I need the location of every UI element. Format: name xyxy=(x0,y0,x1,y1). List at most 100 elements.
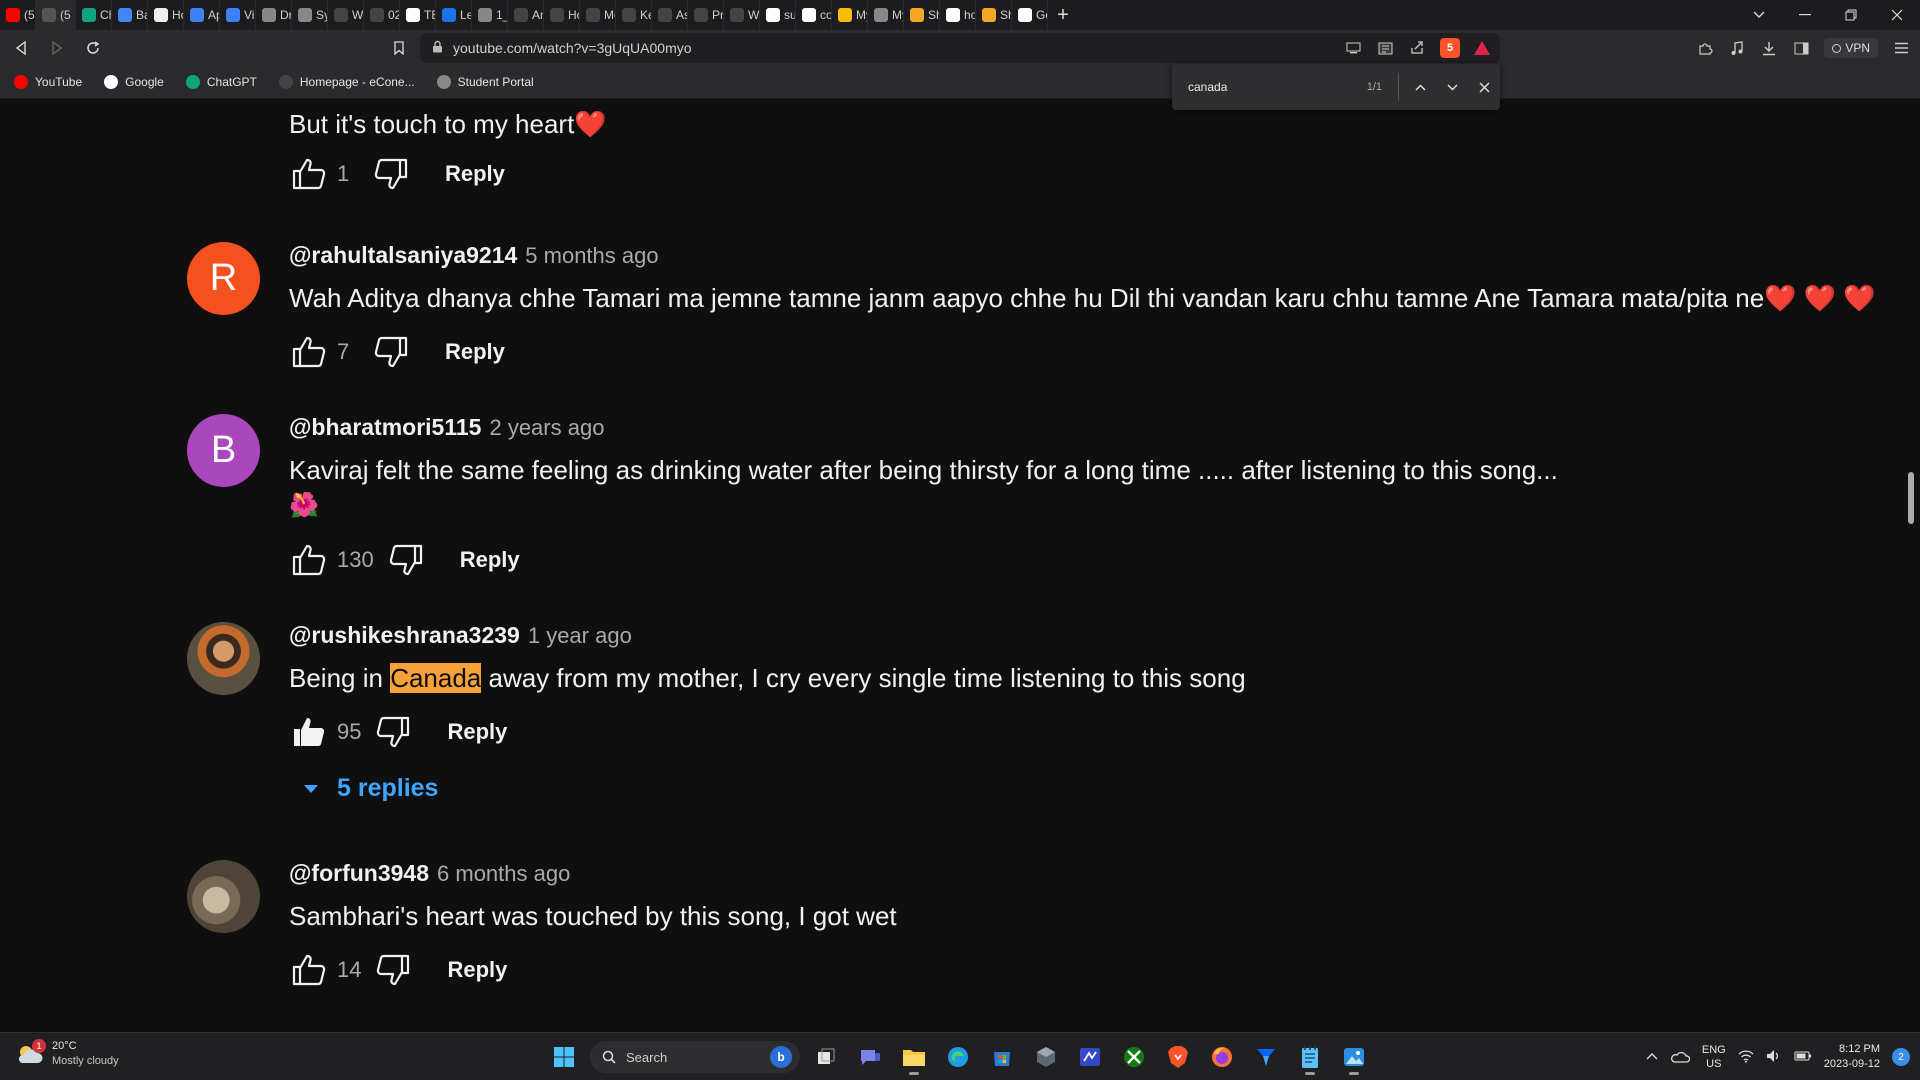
sidebar-icon[interactable] xyxy=(1792,39,1810,57)
package-icon[interactable] xyxy=(1028,1039,1064,1075)
browser-tab[interactable]: hov xyxy=(940,0,976,30)
avatar[interactable] xyxy=(187,860,260,933)
download-icon[interactable] xyxy=(1760,39,1778,57)
bookmark-item[interactable]: ChatGPT xyxy=(185,75,257,89)
browser-tab[interactable]: con xyxy=(796,0,832,30)
dislike-icon[interactable] xyxy=(371,332,411,372)
browser-tab[interactable]: 02_l xyxy=(364,0,400,30)
cast-icon[interactable] xyxy=(1344,39,1362,57)
notepad-icon[interactable] xyxy=(1292,1039,1328,1075)
browser-tab[interactable]: Hor xyxy=(148,0,184,30)
browser-tab[interactable]: My xyxy=(868,0,904,30)
brave-browser-icon[interactable] xyxy=(1160,1039,1196,1075)
teams-chat-icon[interactable] xyxy=(852,1039,888,1075)
start-button[interactable] xyxy=(546,1039,582,1075)
reload-button[interactable] xyxy=(78,33,108,63)
forward-button[interactable] xyxy=(42,33,72,63)
power-automate-icon[interactable] xyxy=(1248,1039,1284,1075)
vpn-button[interactable]: VPN xyxy=(1824,38,1878,58)
reply-button[interactable]: Reply xyxy=(445,161,505,187)
bookmark-item[interactable]: Homepage - eCone... xyxy=(278,75,415,89)
like-icon[interactable] xyxy=(289,154,329,194)
xbox-icon[interactable] xyxy=(1116,1039,1152,1075)
comment-author[interactable]: @rushikeshrana3239 xyxy=(289,622,520,649)
browser-tab[interactable]: Visi xyxy=(220,0,256,30)
comment-time[interactable]: 2 years ago xyxy=(489,415,604,441)
browser-tab[interactable]: We xyxy=(328,0,364,30)
browser-tab[interactable]: 1_M xyxy=(472,0,508,30)
edge-icon[interactable] xyxy=(940,1039,976,1075)
browser-tab[interactable]: My xyxy=(832,0,868,30)
microsoft-store-icon[interactable] xyxy=(984,1039,1020,1075)
photos-icon[interactable] xyxy=(1336,1039,1372,1075)
onedrive-icon[interactable] xyxy=(1670,1049,1691,1066)
back-button[interactable] xyxy=(6,33,36,63)
browser-tab[interactable]: Sha xyxy=(904,0,940,30)
browser-tab[interactable]: Levi xyxy=(436,0,472,30)
extensions-icon[interactable] xyxy=(1696,39,1714,57)
dislike-icon[interactable] xyxy=(371,154,411,194)
comment-time[interactable]: 1 year ago xyxy=(528,623,632,649)
browser-tab[interactable]: TER xyxy=(400,0,436,30)
reply-button[interactable]: Reply xyxy=(445,339,505,365)
browser-tab[interactable]: WE xyxy=(724,0,760,30)
chevron-up-icon[interactable] xyxy=(1646,1051,1658,1063)
view-replies-button[interactable]: 5 replies xyxy=(303,774,1849,803)
comment-author[interactable]: @bharatmori5115 xyxy=(289,414,481,441)
browser-tab[interactable]: Mo xyxy=(580,0,616,30)
comment-author[interactable]: @forfun3948 xyxy=(289,860,429,887)
find-previous-button[interactable] xyxy=(1405,71,1437,103)
find-input[interactable]: canada xyxy=(1188,80,1336,94)
reply-button[interactable]: Reply xyxy=(460,547,520,573)
like-icon[interactable] xyxy=(289,540,329,580)
taskbar-search[interactable]: Search b xyxy=(590,1041,800,1073)
close-window-button[interactable] xyxy=(1874,0,1920,30)
battery-icon[interactable] xyxy=(1794,1050,1812,1065)
find-next-button[interactable] xyxy=(1437,71,1469,103)
browser-tab[interactable]: App xyxy=(184,0,220,30)
browser-tab[interactable]: Goo xyxy=(1012,0,1048,30)
brave-rewards-icon[interactable] xyxy=(1474,41,1490,55)
firefox-icon[interactable] xyxy=(1204,1039,1240,1075)
browser-tab[interactable]: Ann xyxy=(508,0,544,30)
scrollbar-thumb[interactable] xyxy=(1908,472,1914,524)
avatar[interactable]: B xyxy=(187,414,260,487)
restore-button[interactable] xyxy=(1828,0,1874,30)
clock[interactable]: 8:12 PM 2023-09-12 xyxy=(1824,1042,1880,1072)
minimize-button[interactable] xyxy=(1782,0,1828,30)
browser-tab[interactable]: Barc xyxy=(112,0,148,30)
comment-time[interactable]: 5 months ago xyxy=(525,243,658,269)
bookmark-item[interactable]: YouTube xyxy=(14,75,82,89)
address-bar[interactable]: youtube.com/watch?v=3gUqUA00myo 5 xyxy=(420,33,1500,63)
share-icon[interactable] xyxy=(1408,39,1426,57)
find-close-button[interactable] xyxy=(1468,71,1500,103)
bookmark-icon[interactable] xyxy=(384,33,414,63)
browser-tab[interactable]: Syn xyxy=(292,0,328,30)
brave-shields-icon[interactable]: 5 xyxy=(1440,38,1460,58)
menu-icon[interactable] xyxy=(1892,39,1910,57)
tab-search-chevron-icon[interactable] xyxy=(1736,0,1782,30)
bookmark-item[interactable]: Student Portal xyxy=(436,75,534,89)
browser-tab[interactable]: sub xyxy=(760,0,796,30)
wifi-icon[interactable] xyxy=(1738,1049,1754,1066)
language-indicator[interactable]: ENG US xyxy=(1702,1043,1726,1071)
like-icon[interactable] xyxy=(289,332,329,372)
browser-tab[interactable]: (5) / xyxy=(0,0,36,30)
weather-widget[interactable]: 1 20°C Mostly cloudy xyxy=(16,1039,119,1069)
notification-badge[interactable]: 2 xyxy=(1892,1048,1910,1066)
task-view-icon[interactable] xyxy=(808,1039,844,1075)
browser-tab[interactable]: Hor xyxy=(544,0,580,30)
dislike-icon[interactable] xyxy=(373,950,413,990)
avatar[interactable]: R xyxy=(187,242,260,315)
like-icon[interactable] xyxy=(289,950,329,990)
browser-tab[interactable]: Sha xyxy=(976,0,1012,30)
comment-time[interactable]: 6 months ago xyxy=(437,861,570,887)
file-explorer-icon[interactable] xyxy=(896,1039,932,1075)
browser-tab[interactable]: Assi xyxy=(652,0,688,30)
whiteboard-icon[interactable] xyxy=(1072,1039,1108,1075)
browser-tab[interactable]: Prac xyxy=(688,0,724,30)
reader-mode-icon[interactable] xyxy=(1376,39,1394,57)
reply-button[interactable]: Reply xyxy=(447,957,507,983)
bookmark-item[interactable]: Google xyxy=(104,75,164,89)
browser-tab[interactable]: Key xyxy=(616,0,652,30)
